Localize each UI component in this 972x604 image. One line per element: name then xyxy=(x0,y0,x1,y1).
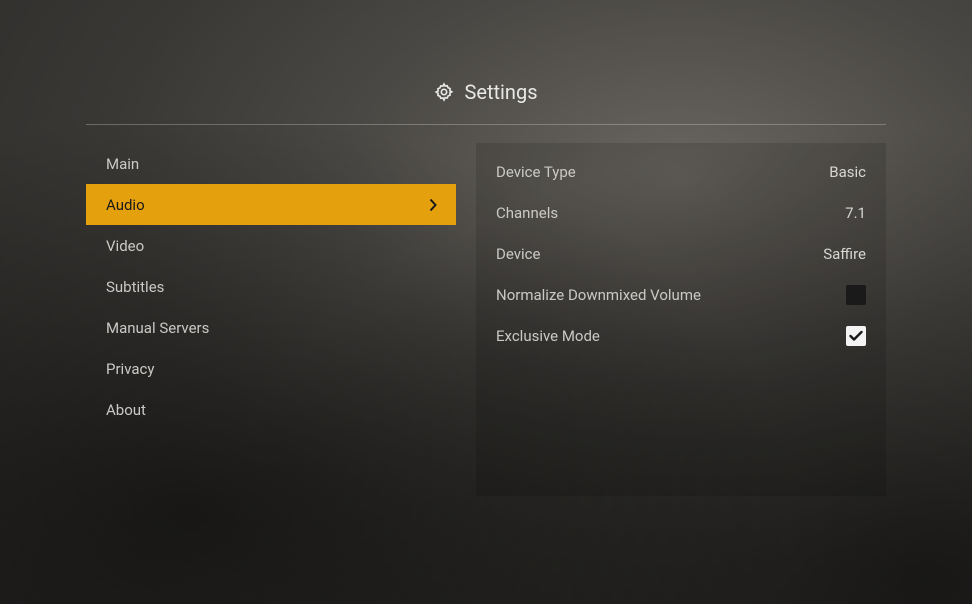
sidebar-item-label: Subtitles xyxy=(106,278,164,296)
settings-sidebar: Main Audio Video Subtitles Manual Server… xyxy=(86,143,456,496)
setting-device-type[interactable]: Device Type Basic xyxy=(496,151,866,192)
setting-label: Channels xyxy=(496,204,845,222)
setting-value: 7.1 xyxy=(845,204,866,222)
sidebar-item-manual-servers[interactable]: Manual Servers xyxy=(86,307,456,348)
sidebar-item-label: Audio xyxy=(106,196,145,214)
setting-value: Basic xyxy=(829,163,866,181)
settings-header: Settings xyxy=(86,80,886,125)
sidebar-item-subtitles[interactable]: Subtitles xyxy=(86,266,456,307)
sidebar-item-about[interactable]: About xyxy=(86,389,456,430)
setting-label: Device Type xyxy=(496,163,829,181)
sidebar-item-privacy[interactable]: Privacy xyxy=(86,348,456,389)
sidebar-item-label: Main xyxy=(106,155,139,173)
setting-device[interactable]: Device Saffire xyxy=(496,233,866,274)
setting-exclusive-mode[interactable]: Exclusive Mode xyxy=(496,315,866,356)
sidebar-item-label: Privacy xyxy=(106,360,154,378)
setting-label: Exclusive Mode xyxy=(496,327,846,345)
sidebar-item-main[interactable]: Main xyxy=(86,143,456,184)
settings-content: Main Audio Video Subtitles Manual Server… xyxy=(86,143,886,496)
sidebar-item-label: Manual Servers xyxy=(106,319,209,337)
gear-icon xyxy=(434,82,454,102)
checkbox-normalize[interactable] xyxy=(846,285,866,305)
check-icon xyxy=(849,330,863,342)
setting-label: Normalize Downmixed Volume xyxy=(496,286,846,304)
sidebar-item-label: About xyxy=(106,401,146,419)
checkbox-exclusive-mode[interactable] xyxy=(846,326,866,346)
sidebar-item-label: Video xyxy=(106,237,144,255)
setting-normalize-downmixed-volume[interactable]: Normalize Downmixed Volume xyxy=(496,274,866,315)
chevron-right-icon xyxy=(428,198,438,212)
sidebar-item-video[interactable]: Video xyxy=(86,225,456,266)
setting-label: Device xyxy=(496,245,823,263)
settings-panel: Device Type Basic Channels 7.1 Device Sa… xyxy=(476,143,886,496)
page-title: Settings xyxy=(464,80,537,104)
setting-value: Saffire xyxy=(823,245,866,263)
sidebar-item-audio[interactable]: Audio xyxy=(86,184,456,225)
setting-channels[interactable]: Channels 7.1 xyxy=(496,192,866,233)
